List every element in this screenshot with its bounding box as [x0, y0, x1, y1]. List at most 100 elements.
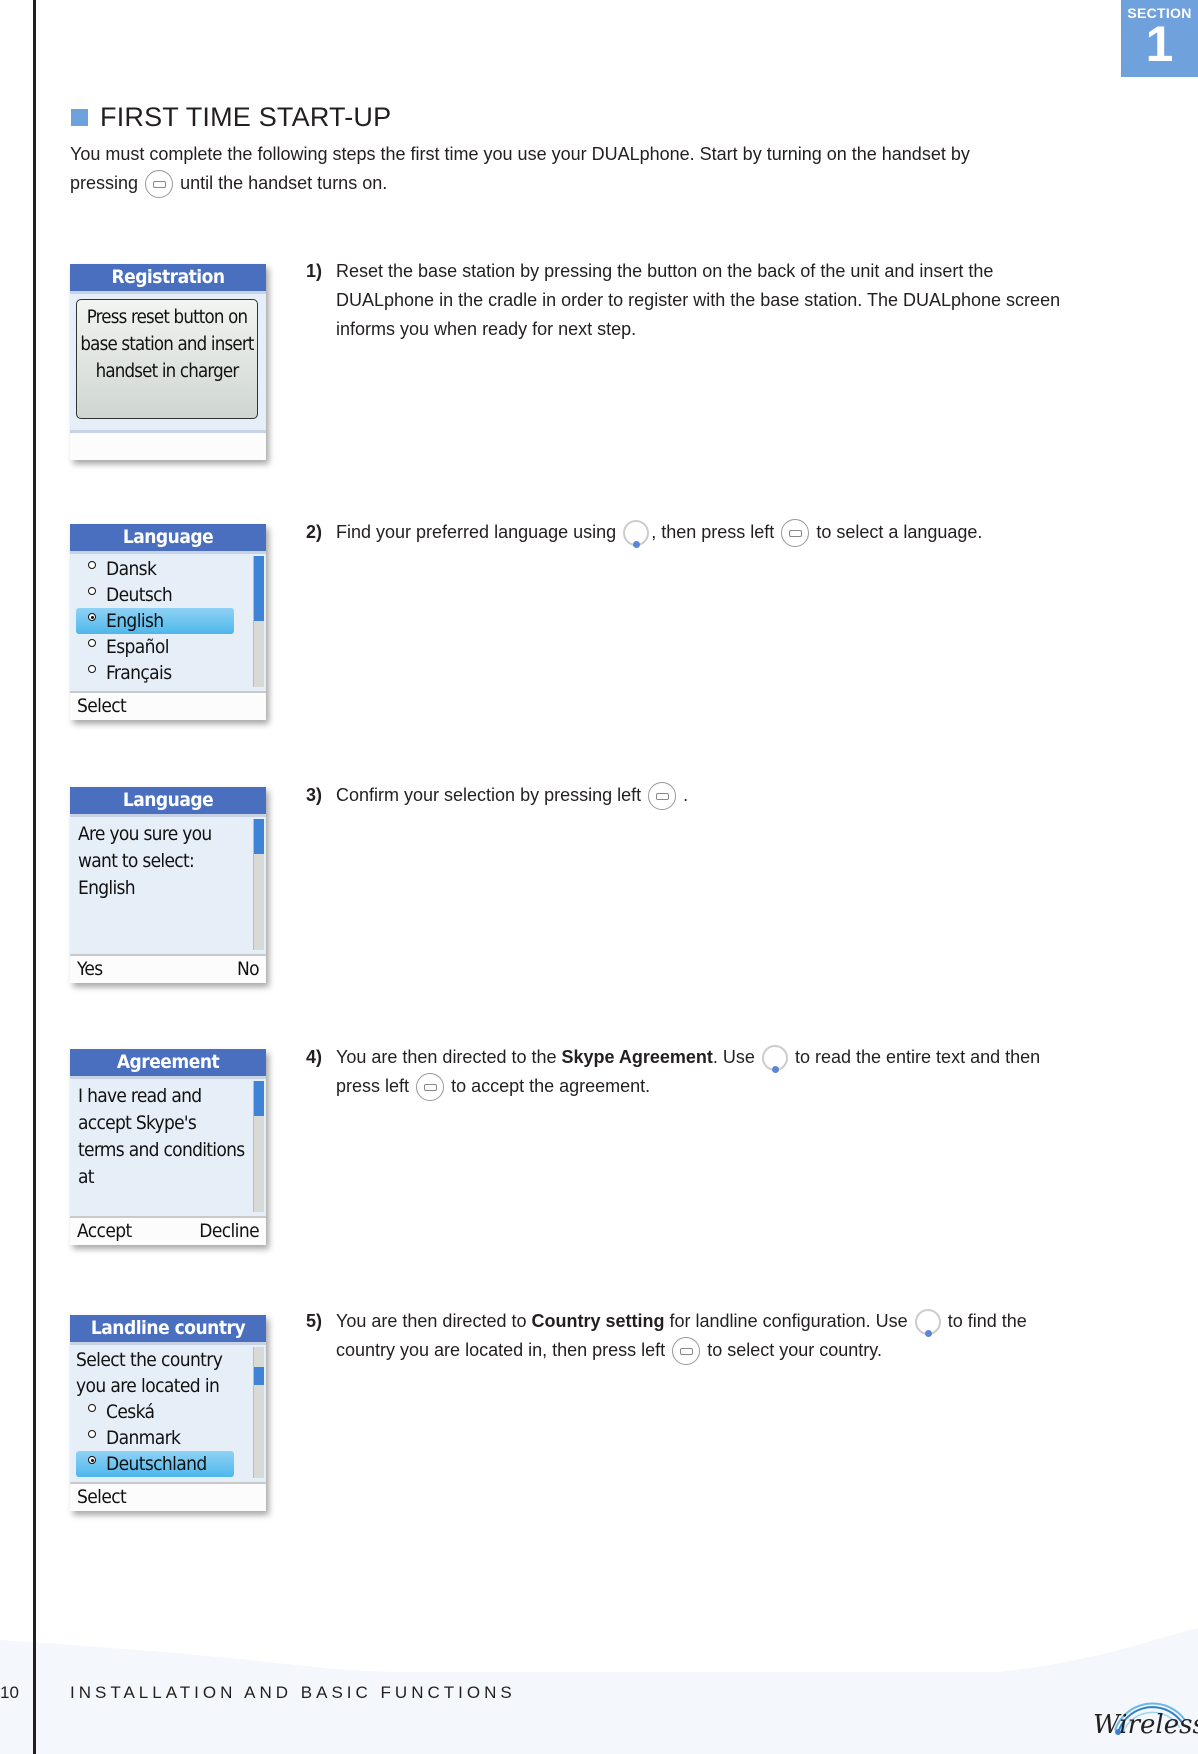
section-tab: SECTION 1 — [1121, 0, 1198, 77]
phone-screen-landline-country: Landline country Select the country you … — [70, 1315, 266, 1511]
language-option-francais[interactable]: Français — [70, 660, 252, 686]
language-option-dansk[interactable]: Dansk — [70, 556, 252, 582]
step-5: 5) You are then directed to Country sett… — [306, 1307, 1066, 1366]
text-part: Confirm your selection by pressing left — [336, 785, 642, 805]
step-3: 3) Confirm your selection by pressing le… — [306, 781, 1066, 811]
option-label: Danmark — [106, 1427, 181, 1449]
step-text: You are then directed to Country setting… — [336, 1307, 1066, 1366]
softkey-bar: Select — [70, 691, 266, 720]
country-option-danmark[interactable]: Danmark — [70, 1425, 252, 1451]
step-text: Find your preferred language using , the… — [336, 518, 1066, 549]
language-option-espanol[interactable]: Español — [70, 634, 252, 660]
language-option-deutsch[interactable]: Deutsch — [70, 582, 252, 608]
message-line: handset in charger — [95, 361, 240, 382]
message-line: at — [78, 1166, 94, 1188]
end-call-button-icon — [145, 170, 174, 199]
navigation-key-icon — [914, 1309, 941, 1338]
softkey-accept[interactable]: Accept — [77, 1218, 132, 1245]
step-number: 4) — [306, 1047, 323, 1067]
scrollbar[interactable] — [253, 819, 264, 950]
section-number: 1 — [1145, 16, 1174, 72]
option-label: Español — [106, 636, 169, 658]
step-number: 5) — [306, 1311, 323, 1331]
scrollbar[interactable] — [253, 556, 264, 687]
confirm-message: Are you sure you want to select: English — [78, 821, 212, 902]
message-line: terms and conditions — [78, 1139, 245, 1161]
prompt-line: you are located in — [76, 1375, 220, 1397]
scrollbar-thumb[interactable] — [254, 1081, 264, 1116]
softkey-decline[interactable]: Decline — [199, 1218, 259, 1245]
option-label: English — [106, 610, 164, 632]
country-option-deutschland[interactable]: Deutschland — [76, 1451, 234, 1477]
radio-selected-icon — [88, 613, 96, 621]
country-option-ceska[interactable]: Ceská — [70, 1399, 252, 1425]
text-part: , then press left — [651, 522, 775, 542]
message-line: English — [78, 877, 136, 899]
scrollbar-thumb[interactable] — [254, 819, 264, 854]
radio-icon — [88, 587, 96, 595]
step-number: 3) — [306, 785, 323, 805]
option-label: Deutsch — [106, 584, 173, 606]
left-softkey-icon — [781, 519, 810, 548]
softkey-no[interactable]: No — [237, 956, 260, 983]
radio-icon — [88, 665, 96, 673]
left-softkey-icon — [416, 1073, 445, 1102]
softkey-bar: Yes No — [70, 954, 266, 983]
message-line: want to select: — [78, 850, 195, 872]
text-part: . — [683, 785, 689, 805]
scrollbar-thumb[interactable] — [254, 1367, 264, 1385]
text-part: You are then directed to the — [336, 1047, 557, 1067]
step-text: You are then directed to the Skype Agree… — [336, 1043, 1066, 1102]
registration-message: Press reset button on base station and i… — [76, 299, 258, 419]
agreement-message: I have read and accept Skype's terms and… — [78, 1083, 245, 1191]
text-part: to select your country. — [707, 1340, 882, 1360]
logo-text: Wireless — [1093, 1710, 1198, 1740]
softkey-bar: Accept Decline — [70, 1216, 266, 1245]
step-text: Reset the base station by pressing the b… — [336, 261, 1061, 339]
message-line: Press reset button on — [86, 307, 248, 328]
softkey-select[interactable]: Select — [77, 693, 127, 720]
step-2: 2) Find your preferred language using , … — [306, 518, 1066, 549]
bullet-square-icon — [71, 109, 88, 126]
screen-title: Landline country — [70, 1315, 266, 1345]
scrollbar[interactable] — [253, 1347, 264, 1478]
screen-title: Language — [70, 787, 266, 817]
screen-title: Language — [70, 524, 266, 554]
radio-selected-icon — [88, 1456, 96, 1464]
wireless-logo: Wireless — [1085, 1680, 1198, 1750]
left-softkey-icon — [672, 1337, 701, 1366]
text-part: for landline configuration. Use — [669, 1311, 908, 1331]
message-line: Are you sure you — [78, 823, 212, 845]
screen-title: Agreement — [70, 1049, 266, 1079]
radio-icon — [88, 561, 96, 569]
language-option-english[interactable]: English — [76, 608, 234, 634]
softkey-yes[interactable]: Yes — [77, 956, 103, 983]
scrollbar[interactable] — [253, 1081, 264, 1212]
text-part: You are then directed to — [336, 1311, 527, 1331]
message-line: base station and insert — [80, 334, 254, 355]
option-label: Dansk — [106, 558, 157, 580]
option-label: Français — [106, 662, 172, 684]
text-bold: Country setting — [531, 1311, 665, 1331]
intro-text-end: until the handset turns on. — [180, 173, 388, 193]
scrollbar-thumb[interactable] — [254, 556, 264, 621]
softkey-bar — [70, 430, 266, 460]
phone-screen-agreement: Agreement I have read and accept Skype's… — [70, 1049, 266, 1245]
softkey-select[interactable]: Select — [77, 1484, 127, 1511]
step-4: 4) You are then directed to the Skype Ag… — [306, 1043, 1066, 1102]
radio-icon — [88, 1430, 96, 1438]
phone-screen-language-confirm: Language Are you sure you want to select… — [70, 787, 266, 983]
phone-screen-registration: Registration Press reset button on base … — [70, 264, 266, 460]
text-part: to accept the agreement. — [451, 1076, 651, 1096]
page-number: 10 — [0, 1683, 19, 1702]
footer-section-title: INSTALLATION AND BASIC FUNCTIONS — [70, 1683, 516, 1702]
page-title: FIRST TIME START-UP — [71, 102, 391, 133]
option-label: Ceská — [106, 1401, 155, 1423]
option-label: Deutschland — [106, 1453, 207, 1475]
step-number: 1) — [306, 261, 323, 281]
message-line: I have read and — [78, 1085, 202, 1107]
radio-icon — [88, 1404, 96, 1412]
message-line: accept Skype's — [78, 1112, 197, 1134]
prompt-line: Select the country — [76, 1349, 223, 1371]
radio-icon — [88, 639, 96, 647]
